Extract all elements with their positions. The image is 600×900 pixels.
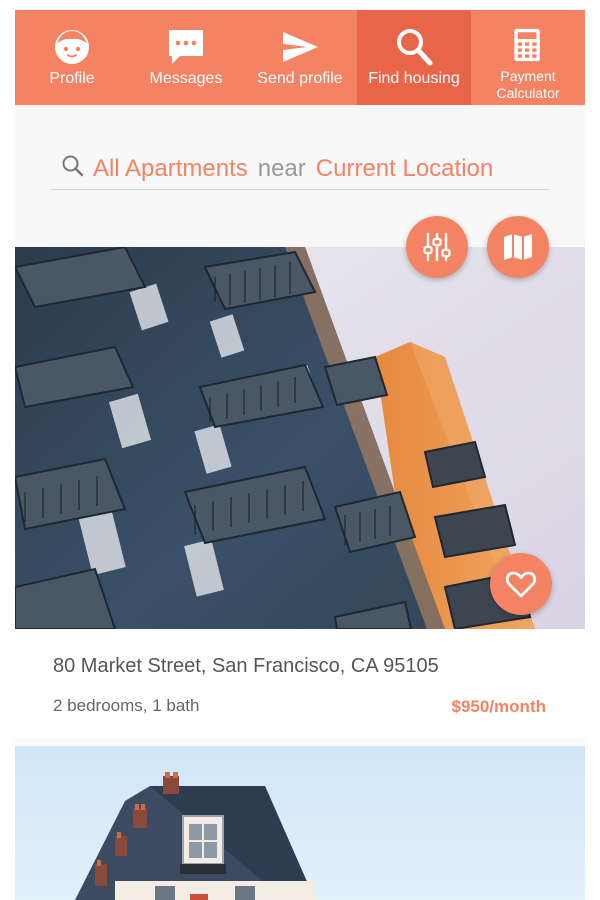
search-location-link[interactable]: Current Location [316, 155, 493, 182]
search-bar[interactable]: All Apartments near Current Location [51, 147, 549, 190]
building-rooftop-photo [15, 746, 585, 900]
housing-app: Profile Messages Send profile Find housi… [15, 10, 585, 900]
listing-price: $950/month [451, 697, 546, 716]
nav-item-payment-calculator[interactable]: Payment Calculator [471, 10, 585, 105]
listing-address[interactable]: 80 Market Street, San Francisco, CA 9510… [53, 655, 439, 678]
top-nav-bar: Profile Messages Send profile Find housi… [15, 10, 585, 105]
map-icon [504, 234, 532, 260]
filter-button[interactable] [406, 216, 468, 278]
nav-item-send-profile[interactable]: Send profile [243, 10, 357, 105]
nav-label-messages: Messages [149, 70, 223, 87]
nav-item-messages[interactable]: Messages [129, 10, 243, 105]
listing-photo-2[interactable] [15, 746, 585, 900]
calculator-icon [514, 28, 540, 62]
sliders-icon [423, 232, 451, 262]
nav-label-send-profile: Send profile [257, 70, 343, 87]
nav-item-find-housing[interactable]: Find housing [357, 10, 471, 105]
listing-details: 2 bedrooms, 1 bath [53, 696, 200, 715]
nav-item-profile[interactable]: Profile [15, 10, 129, 105]
search-type-link[interactable]: All Apartments [93, 155, 248, 182]
map-button[interactable] [487, 216, 549, 278]
listing-divider [15, 738, 585, 746]
nav-label-profile: Profile [49, 70, 95, 87]
search-icon [397, 29, 433, 66]
chat-bubble-icon [169, 30, 203, 64]
search-icon [62, 155, 84, 177]
send-icon [283, 32, 318, 62]
nav-label-find-housing: Find housing [368, 70, 460, 87]
face-icon [55, 30, 89, 64]
search-connector: near [257, 155, 306, 182]
heart-icon [505, 571, 537, 598]
favorite-button[interactable] [490, 553, 552, 615]
search-query: All Apartments near Current Location [93, 155, 493, 183]
nav-label-payment-calculator: Payment Calculator [496, 68, 560, 101]
